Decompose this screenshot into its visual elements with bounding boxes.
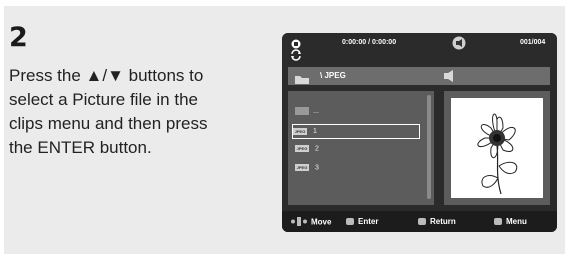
folder-icon [294, 71, 310, 89]
instruction-line: select a Picture file in the [9, 90, 198, 109]
instruction-line: clips menu and then press [9, 114, 208, 133]
return-button-icon [418, 218, 426, 226]
step-number: 2 [9, 22, 28, 53]
menu-hint: Menu [494, 217, 527, 226]
instruction-panel: 2 Press the ▲/▼ buttons to select a Pict… [4, 6, 565, 254]
list-item[interactable]: JPEG 1 [292, 124, 420, 139]
list-item-label: 2 [315, 145, 319, 153]
time-display: 0:00:00 / 0:00:00 [342, 39, 397, 46]
menu-button-icon [494, 218, 502, 226]
jpeg-file-icon: JPEG [295, 164, 309, 171]
move-label: Move [311, 217, 332, 227]
parent-folder-label: ... [313, 107, 319, 115]
folder-path: \ JPEG [320, 71, 346, 80]
path-bar: \ JPEG [288, 67, 550, 85]
list-item-label: 1 [313, 128, 317, 135]
instruction-line: Press the ▲/▼ buttons to [9, 66, 204, 85]
direction-pad-icon [290, 217, 308, 228]
repeat-icon [290, 48, 302, 66]
parent-folder-item[interactable]: ... [295, 107, 319, 117]
control-hints-bar: Move Enter Return Menu [282, 211, 557, 232]
list-scrollbar[interactable] [427, 95, 431, 199]
flower-thumbnail [451, 98, 543, 198]
enter-hint: Enter [346, 217, 378, 226]
list-item[interactable]: JPEG 2 [295, 145, 319, 155]
list-item-label: 3 [315, 164, 319, 172]
tv-screen: 0:00:00 / 0:00:00 001/004 \ JPEG ... JPE… [282, 33, 557, 232]
file-counter: 001/004 [520, 39, 546, 46]
volume-icon [443, 69, 455, 88]
status-bar: 0:00:00 / 0:00:00 001/004 [282, 33, 557, 63]
jpeg-file-icon: JPEG [295, 145, 309, 152]
menu-label: Menu [506, 217, 527, 226]
jpeg-file-icon: JPEG [293, 127, 307, 135]
picture-preview [444, 91, 550, 205]
speaker-icon [452, 36, 466, 55]
instruction-text: Press the ▲/▼ buttons to select a Pictur… [9, 64, 259, 160]
list-item[interactable]: JPEG 3 [295, 164, 319, 174]
return-label: Return [430, 217, 456, 226]
instruction-line: the ENTER button. [9, 138, 152, 157]
enter-button-icon [346, 218, 354, 226]
parent-folder-icon [295, 107, 309, 115]
clips-list: ... JPEG 1 JPEG 2 JPEG 3 [288, 91, 434, 205]
return-hint: Return [418, 217, 456, 226]
move-hint: Move [290, 217, 331, 228]
enter-label: Enter [358, 217, 379, 226]
